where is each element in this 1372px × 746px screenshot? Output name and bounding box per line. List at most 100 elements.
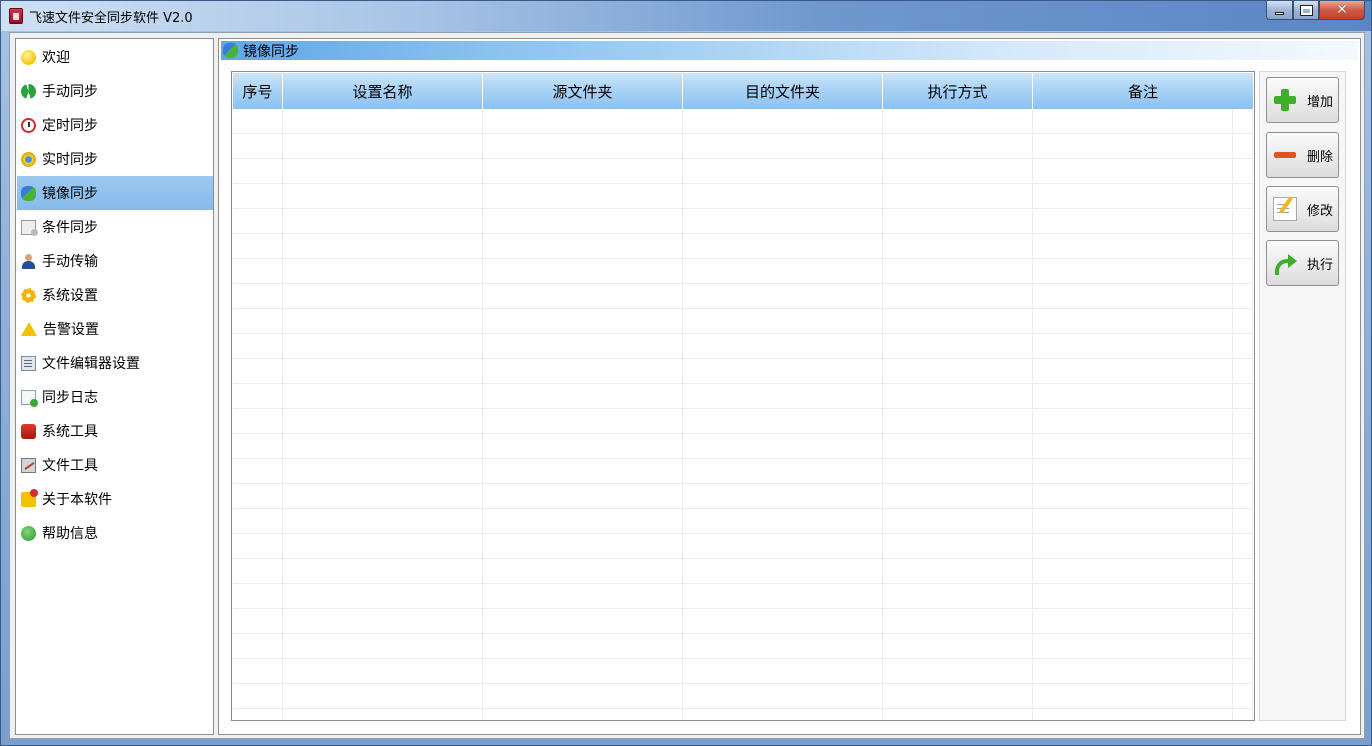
sidebar: 欢迎 手动同步 定时同步 实时同步 镜像同步 条件同步 手动传输 系统设置 告警… — [15, 38, 214, 735]
table-cell — [283, 109, 483, 133]
plus-icon — [1273, 88, 1297, 112]
column-header-execution-mode[interactable]: 执行方式 — [883, 73, 1033, 109]
sidebar-item-label: 帮助信息 — [42, 526, 98, 542]
maximize-button[interactable] — [1293, 1, 1319, 20]
close-icon: ✕ — [1336, 2, 1348, 18]
sidebar-item-condition-sync[interactable]: 条件同步 — [17, 210, 213, 244]
table-row[interactable] — [233, 534, 1253, 559]
table-cell — [283, 359, 483, 383]
table-row[interactable] — [233, 434, 1253, 459]
table-cell — [883, 509, 1033, 533]
sidebar-item-welcome[interactable]: 欢迎 — [17, 40, 213, 74]
table-row[interactable] — [233, 234, 1253, 259]
table-cell — [1233, 484, 1253, 508]
sidebar-item-label: 条件同步 — [42, 220, 98, 236]
table-row[interactable] — [233, 409, 1253, 434]
sidebar-item-mirror-sync[interactable]: 镜像同步 — [17, 176, 213, 210]
table-row[interactable] — [233, 584, 1253, 609]
table-row[interactable] — [233, 634, 1253, 659]
table-cell — [283, 184, 483, 208]
table-row[interactable] — [233, 334, 1253, 359]
sidebar-item-manual-transfer[interactable]: 手动传输 — [17, 244, 213, 278]
sidebar-item-alert-settings[interactable]: 告警设置 — [17, 312, 213, 346]
column-header-remarks[interactable]: 备注 — [1033, 73, 1253, 109]
table-cell — [1233, 659, 1253, 683]
table-row[interactable] — [233, 184, 1253, 209]
edit-note-icon — [1273, 197, 1297, 221]
table-cell — [1033, 459, 1233, 483]
table-cell — [1233, 509, 1253, 533]
table-cell — [1233, 234, 1253, 258]
table-row[interactable] — [233, 209, 1253, 234]
table-cell — [283, 659, 483, 683]
table-cell — [1233, 434, 1253, 458]
table-cell — [233, 309, 283, 333]
column-header-target-folder[interactable]: 目的文件夹 — [683, 73, 883, 109]
warning-icon — [21, 322, 37, 336]
table-cell — [883, 409, 1033, 433]
table-cell — [483, 234, 683, 258]
table-row[interactable] — [233, 484, 1253, 509]
table-cell — [483, 609, 683, 633]
sidebar-item-about[interactable]: 关于本软件 — [17, 482, 213, 516]
column-header-index[interactable]: 序号 — [233, 73, 283, 109]
delete-button[interactable]: 删除 — [1266, 132, 1339, 178]
table-row[interactable] — [233, 359, 1253, 384]
table-cell — [683, 384, 883, 408]
table-row[interactable] — [233, 509, 1253, 534]
sidebar-item-sync-log[interactable]: 同步日志 — [17, 380, 213, 414]
table-row[interactable] — [233, 659, 1253, 684]
edit-button[interactable]: 修改 — [1266, 186, 1339, 232]
add-button[interactable]: 增加 — [1266, 77, 1339, 123]
table-cell — [1233, 384, 1253, 408]
table-cell — [1233, 184, 1253, 208]
table-cell — [483, 109, 683, 133]
table-row[interactable] — [233, 384, 1253, 409]
sidebar-item-scheduled-sync[interactable]: 定时同步 — [17, 108, 213, 142]
table-cell — [883, 159, 1033, 183]
sidebar-item-help[interactable]: 帮助信息 — [17, 516, 213, 550]
minimize-button[interactable] — [1266, 1, 1293, 20]
table-cell — [883, 384, 1033, 408]
section-title: 镜像同步 — [243, 43, 299, 60]
column-header-setting-name[interactable]: 设置名称 — [283, 73, 483, 109]
sidebar-item-system-tools[interactable]: 系统工具 — [17, 414, 213, 448]
run-button[interactable]: 执行 — [1266, 240, 1339, 286]
table-row[interactable] — [233, 309, 1253, 334]
table-cell — [683, 259, 883, 283]
table-row[interactable] — [233, 134, 1253, 159]
title-bar[interactable]: 飞速文件安全同步软件 V2.0 ✕ — [1, 1, 1371, 31]
edit-button-label: 修改 — [1307, 203, 1334, 219]
window-title: 飞速文件安全同步软件 V2.0 — [29, 11, 193, 26]
table-row[interactable] — [233, 709, 1253, 720]
table-row[interactable] — [233, 259, 1253, 284]
mirror-sync-table[interactable]: 序号 设置名称 源文件夹 目的文件夹 执行方式 备注 — [231, 71, 1255, 721]
table-cell — [883, 134, 1033, 158]
table-cell — [283, 609, 483, 633]
table-row[interactable] — [233, 159, 1253, 184]
table-cell — [1033, 409, 1233, 433]
column-header-source-folder[interactable]: 源文件夹 — [483, 73, 683, 109]
about-icon — [21, 488, 38, 507]
table-cell — [283, 159, 483, 183]
table-cell — [1033, 534, 1233, 558]
table-row[interactable] — [233, 109, 1253, 134]
close-button[interactable]: ✕ — [1319, 1, 1365, 20]
sidebar-item-system-settings[interactable]: 系统设置 — [17, 278, 213, 312]
sidebar-item-file-tools[interactable]: 文件工具 — [17, 448, 213, 482]
table-row[interactable] — [233, 684, 1253, 709]
table-row[interactable] — [233, 459, 1253, 484]
table-cell — [683, 559, 883, 583]
table-cell — [233, 259, 283, 283]
table-cell — [233, 709, 283, 720]
table-row[interactable] — [233, 284, 1253, 309]
sidebar-item-manual-sync[interactable]: 手动同步 — [17, 74, 213, 108]
table-row[interactable] — [233, 609, 1253, 634]
table-cell — [1233, 409, 1253, 433]
table-cell — [683, 334, 883, 358]
table-cell — [683, 684, 883, 708]
sidebar-item-label: 镜像同步 — [42, 186, 98, 202]
sidebar-item-editor-settings[interactable]: 文件编辑器设置 — [17, 346, 213, 380]
sidebar-item-realtime-sync[interactable]: 实时同步 — [17, 142, 213, 176]
table-row[interactable] — [233, 559, 1253, 584]
